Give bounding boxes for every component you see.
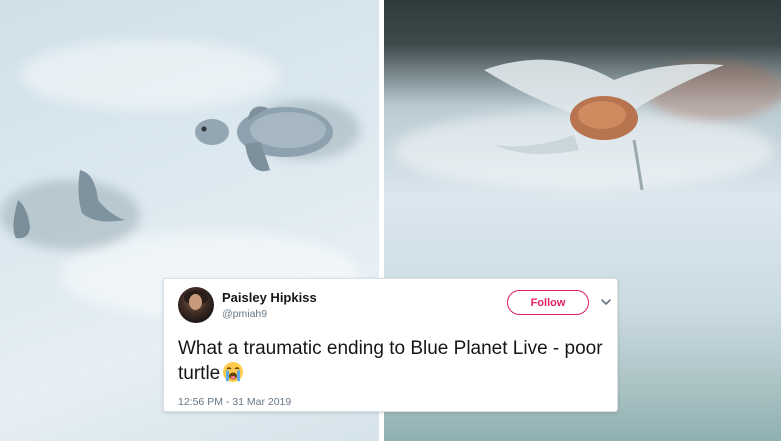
tweet-timestamp[interactable]: 12:56 PM - 31 Mar 2019: [178, 396, 291, 408]
turtle-hatchling-icon: [195, 106, 333, 172]
chevron-down-icon[interactable]: [600, 296, 612, 308]
turtle-flipper-icon: [78, 170, 125, 222]
follow-button[interactable]: Follow: [507, 290, 589, 315]
turtle-flipper-icon: [13, 200, 30, 239]
tweet-text: What a traumatic ending to Blue Planet L…: [178, 337, 608, 386]
display-name[interactable]: Paisley Hipkiss: [222, 290, 317, 305]
crying-face-emoji-icon: [223, 362, 244, 382]
user-handle[interactable]: @pmiah9: [222, 308, 267, 320]
avatar-face: [189, 294, 202, 310]
avatar[interactable]: [178, 287, 214, 323]
tweet-card[interactable]: Paisley Hipkiss @pmiah9 Follow What a tr…: [163, 278, 618, 412]
bird-with-turtle-icon: [484, 59, 724, 191]
